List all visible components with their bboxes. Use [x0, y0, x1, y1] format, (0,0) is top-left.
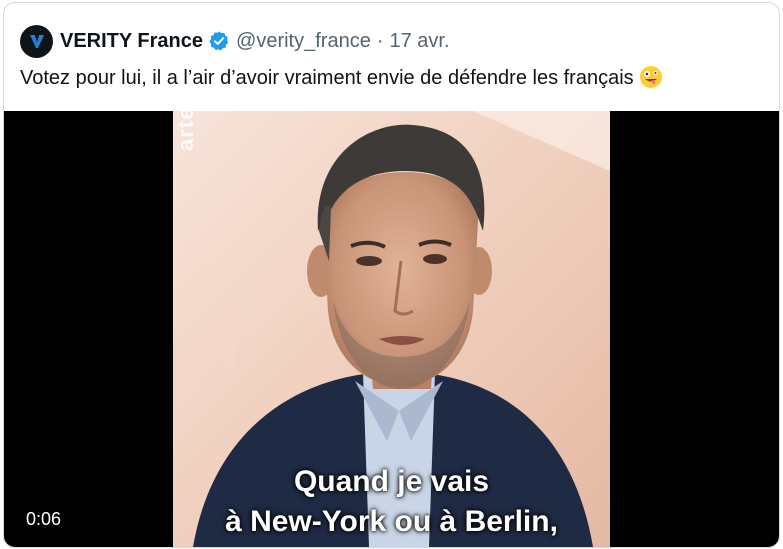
arte-watermark: arte [173, 111, 199, 151]
tweet-date[interactable]: 17 avr. [390, 30, 450, 53]
video-timestamp: 0:06 [20, 506, 68, 532]
tweet-text: Votez pour lui, il a l’air d’avoir vraim… [20, 65, 663, 90]
tweet-header: VERITY France @verity_france · 17 avr. [20, 23, 450, 59]
verity-logo-icon [29, 35, 44, 48]
subtitle-line-2: à New-York ou à Berlin, [225, 505, 558, 538]
avatar[interactable] [20, 24, 53, 58]
author-name[interactable]: VERITY France [60, 30, 203, 53]
separator: · [376, 29, 384, 52]
tweet-text-content: Votez pour lui, il a l’air d’avoir vraim… [20, 67, 634, 89]
arte-logo-text: arte [173, 111, 198, 151]
author-handle[interactable]: @verity_france [236, 30, 371, 53]
verified-badge-icon [208, 30, 230, 52]
zany-face-emoji-icon [639, 65, 663, 89]
tweet-card[interactable]: VERITY France @verity_france · 17 avr. V… [3, 2, 780, 548]
video-frame[interactable]: arte Quand je vais à New-York ou à Berli… [173, 111, 610, 547]
subtitle-line-1: Quand je vais [293, 465, 490, 498]
video-player[interactable]: arte Quand je vais à New-York ou à Berli… [4, 111, 779, 547]
